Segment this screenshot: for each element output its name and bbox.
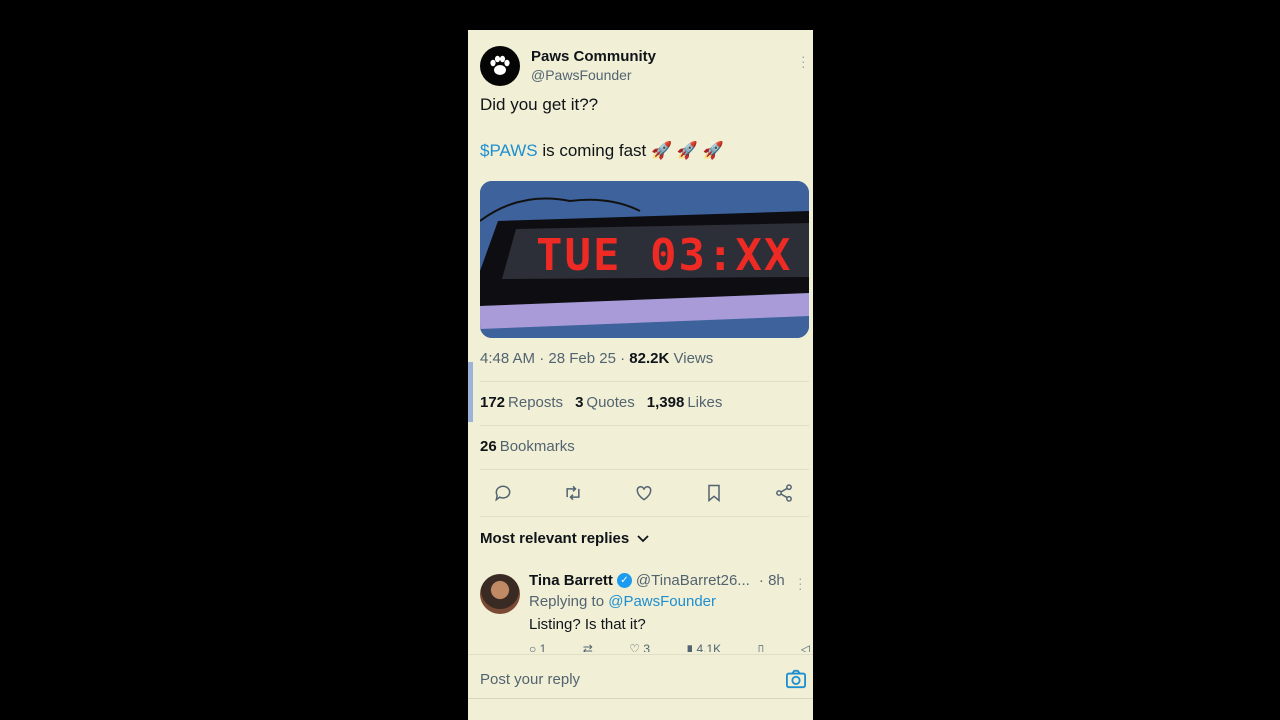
camera-icon[interactable] xyxy=(785,669,807,689)
reply-text: Listing? Is that it? xyxy=(529,616,646,633)
reply-bookmark-button[interactable]: ▯ xyxy=(758,642,765,652)
author-name[interactable]: Paws Community xyxy=(531,48,656,66)
reply-time: · 8h xyxy=(758,572,785,589)
post-time: 4:48 AM xyxy=(480,350,536,367)
views-label: Views xyxy=(673,350,714,367)
reply-composer[interactable]: Post your reply xyxy=(468,654,813,700)
replying-to-link[interactable]: @PawsFounder xyxy=(608,593,716,610)
replies-sort-label: Most relevant replies xyxy=(480,530,630,547)
post-date: 28 Feb 25 xyxy=(548,350,616,367)
share-icon[interactable] xyxy=(773,482,795,504)
reply-avatar[interactable] xyxy=(480,574,520,614)
reply-input[interactable]: Post your reply xyxy=(480,671,580,688)
reply-icon[interactable] xyxy=(492,482,514,504)
post-header: Paws Community @PawsFounder xyxy=(480,46,656,86)
repost-icon[interactable] xyxy=(562,482,584,504)
chevron-down-icon xyxy=(637,534,649,542)
bookmark-icon[interactable] xyxy=(703,482,725,504)
cashtag-link[interactable]: $PAWS xyxy=(480,141,538,160)
divider xyxy=(480,469,809,470)
divider xyxy=(480,516,809,517)
reply-author-name[interactable]: Tina Barrett xyxy=(529,572,613,589)
verified-icon: ✓ xyxy=(616,573,632,588)
reply-action-bar: ○ 1 ⇄ ♡ 3 ▮ 4.1K ▯ ◁ xyxy=(529,642,810,652)
action-bar xyxy=(482,480,805,506)
tweet-detail-screen: Paws Community @PawsFounder · · · Did you … xyxy=(468,30,813,720)
replies-sort-dropdown[interactable]: Most relevant replies xyxy=(480,530,649,547)
bookmarks-stat[interactable]: 26 Bookmarks xyxy=(480,438,575,455)
author-avatar[interactable] xyxy=(480,46,520,86)
paw-icon xyxy=(490,55,510,75)
divider xyxy=(480,381,809,382)
likes-stat[interactable]: 1,398 Likes xyxy=(647,394,723,411)
bottom-bar xyxy=(468,698,813,720)
reposts-stat[interactable]: 172 Reposts xyxy=(480,394,563,411)
post-meta: 4:48 AM · 28 Feb 25 · 82.2K Views xyxy=(480,350,714,367)
views-count: 82.2K xyxy=(629,350,670,367)
post-text-line1: Did you get it?? xyxy=(480,95,599,114)
quotes-stat[interactable]: 3 Quotes xyxy=(575,394,635,411)
more-icon[interactable]: · · · xyxy=(798,571,803,595)
engagement-stats: 172 Reposts 3 Quotes 1,398 Likes xyxy=(480,394,722,411)
like-icon[interactable] xyxy=(633,482,655,504)
post-text-line2: is coming fast 🚀 🚀 🚀 xyxy=(537,141,724,160)
replying-to: Replying to @PawsFounder xyxy=(529,593,716,610)
media-clock-text: TUE 03:XX xyxy=(536,230,792,281)
reply-author-handle[interactable]: @TinaBarret26... xyxy=(636,572,753,589)
reply-repost-button[interactable]: ⇄ xyxy=(583,642,593,652)
divider xyxy=(480,425,809,426)
reply-share-button[interactable]: ◁ xyxy=(801,642,810,652)
post-media[interactable]: TUE 03:XX xyxy=(480,181,809,338)
reply-views-button[interactable]: ▮ 4.1K xyxy=(687,642,722,652)
post-text: Did you get it?? $PAWS is coming fast 🚀 … xyxy=(480,94,724,162)
reply-reply-button[interactable]: ○ 1 xyxy=(529,642,546,652)
scroll-indicator[interactable] xyxy=(468,362,473,422)
more-icon[interactable]: · · · xyxy=(801,49,806,73)
author-handle[interactable]: @PawsFounder xyxy=(531,66,656,84)
reply-like-button[interactable]: ♡ 3 xyxy=(629,642,650,652)
